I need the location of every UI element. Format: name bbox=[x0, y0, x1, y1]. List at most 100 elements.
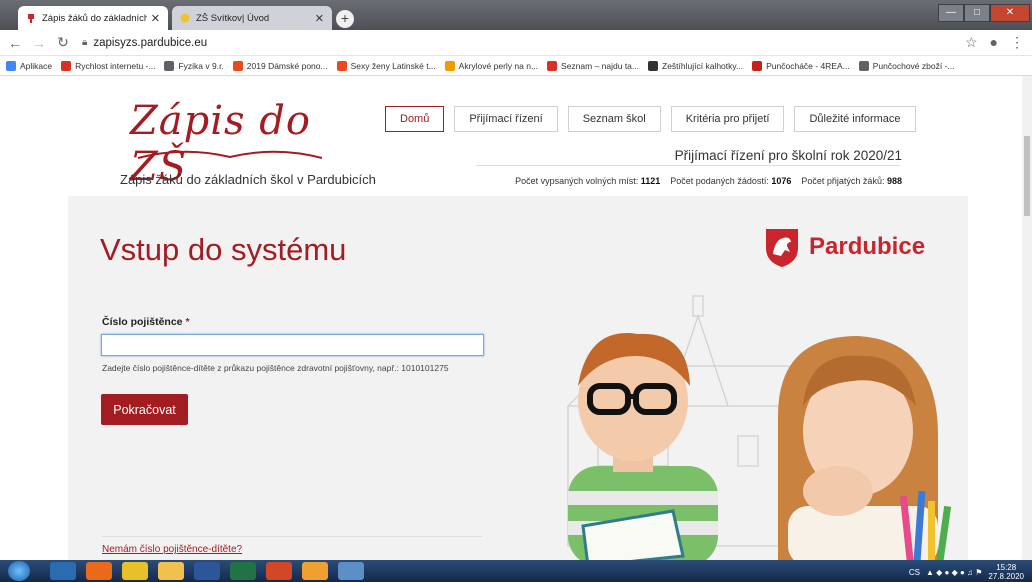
header-divider bbox=[476, 165, 900, 166]
bookmark-label: Aplikace bbox=[20, 60, 53, 71]
menu-item-seznam-skol[interactable]: Seznam škol bbox=[567, 106, 661, 132]
bookmark-icon bbox=[752, 60, 763, 71]
continue-button[interactable]: Pokračovat bbox=[101, 394, 188, 425]
tray-icons[interactable]: ▲ ◆ ● ◆ ● ♫ ⚑ bbox=[926, 568, 982, 577]
start-button-icon[interactable] bbox=[8, 561, 30, 581]
chrome-icon[interactable] bbox=[122, 562, 148, 580]
bookmark-label: Punčocháče - 4REA... bbox=[766, 60, 850, 71]
insurance-number-field[interactable] bbox=[101, 334, 484, 356]
site-logo[interactable]: Zápis do ZŠ bbox=[130, 98, 330, 190]
login-panel: Vstup do systému Číslo pojištěnce * Zade… bbox=[68, 196, 968, 560]
clock-date: 27.8.2020 bbox=[988, 572, 1024, 581]
bookmark-item[interactable]: Fyzika v 9.r. bbox=[164, 60, 224, 71]
bookmark-item[interactable]: Aplikace bbox=[6, 60, 53, 71]
excel-icon[interactable] bbox=[230, 562, 256, 580]
stat-value: 1121 bbox=[640, 176, 661, 186]
menu-item-kriteria[interactable]: Kritéria pro přijetí bbox=[670, 106, 785, 132]
bookmark-icon bbox=[547, 60, 558, 71]
bookmark-label: 2019 Dámské pono... bbox=[246, 60, 328, 71]
no-insurance-number-link[interactable]: Nemám číslo pojištěnce-dítěte? bbox=[102, 544, 242, 555]
close-tab-icon[interactable]: ✕ bbox=[315, 12, 324, 25]
bookmark-icon bbox=[648, 60, 658, 71]
tab-active[interactable]: Zápis žáků do základních škol v P ✕ bbox=[18, 6, 168, 30]
browser-titlebar: Zápis žáků do základních škol v P ✕ ZŠ S… bbox=[0, 0, 1032, 30]
window-app-icon[interactable] bbox=[338, 562, 364, 580]
powerpoint-icon[interactable] bbox=[266, 562, 292, 580]
bookmark-icon bbox=[232, 60, 243, 71]
bookmark-item[interactable]: Akrylové perly na n... bbox=[444, 60, 539, 71]
bookmark-label: Seznam – najdu ta... bbox=[561, 60, 639, 71]
file-explorer-icon[interactable] bbox=[158, 562, 184, 580]
menu-dots-icon[interactable]: ⋮ bbox=[1010, 34, 1024, 51]
stat-label: Počet přijatých žáků: bbox=[801, 176, 885, 186]
maximize-icon[interactable]: □ bbox=[964, 4, 990, 22]
web-page: Zápis do ZŠ Zápis žáků do základních ško… bbox=[0, 76, 1022, 560]
site-subtitle: Zápis žáků do základních škol v Pardubic… bbox=[120, 172, 376, 187]
bookmark-icon bbox=[858, 60, 869, 71]
word-icon[interactable] bbox=[194, 562, 220, 580]
login-title: Vstup do systému bbox=[100, 232, 347, 267]
reload-icon[interactable]: ↻ bbox=[54, 34, 72, 51]
tab-title: Zápis žáků do základních škol v P bbox=[42, 12, 147, 24]
menu-item-domu[interactable]: Domů bbox=[385, 106, 445, 132]
bookmark-item[interactable]: Punčocháče - 4REA... bbox=[752, 60, 850, 71]
insurance-number-input[interactable] bbox=[102, 335, 483, 355]
required-mark: * bbox=[185, 316, 190, 328]
minimize-icon[interactable]: — bbox=[938, 4, 964, 22]
bookmark-icon bbox=[164, 60, 175, 71]
stat-value: 988 bbox=[886, 176, 902, 186]
bookmark-item[interactable]: Seznam – najdu ta... bbox=[547, 60, 639, 71]
bookmark-label: Punčochové zboží -... bbox=[872, 60, 955, 71]
insurance-number-label: Číslo pojištěnce * bbox=[102, 316, 190, 328]
new-tab-button[interactable]: + bbox=[336, 10, 354, 28]
bookmark-icon bbox=[6, 60, 16, 71]
scrollbar-thumb[interactable] bbox=[1024, 136, 1030, 216]
favicon-icon bbox=[26, 13, 36, 23]
bookmarks-bar: Aplikace Rychlost internetu -... Fyzika v … bbox=[0, 56, 1032, 76]
brand-name: Pardubice bbox=[809, 233, 926, 260]
stats-line: Počet vypsaných volných míst: 1121 Počet… bbox=[515, 176, 902, 186]
admission-year: Přijímací řízení pro školní rok 2020/21 bbox=[674, 148, 902, 163]
star-icon[interactable]: ☆ bbox=[965, 34, 978, 51]
outlook-icon[interactable] bbox=[302, 562, 328, 580]
back-icon[interactable]: ← bbox=[6, 35, 24, 51]
bookmark-item[interactable]: Rychlost internetu -... bbox=[61, 60, 156, 71]
bookmark-item[interactable]: Zeštíhlující kalhotky... bbox=[648, 60, 743, 71]
tab-inactive[interactable]: ZŠ Svítkov| Úvod ✕ bbox=[172, 6, 332, 30]
bookmark-label: Rychlost internetu -... bbox=[75, 60, 156, 71]
address-bar: ← → ↻ 🔒︎ zapisyzs.pardubice.eu ☆ ● ⋮ bbox=[0, 30, 1032, 56]
insurance-number-hint: Zadejte číslo pojištěnce-dítěte z průkaz… bbox=[102, 363, 449, 373]
bookmark-icon bbox=[61, 60, 72, 71]
bookmark-item[interactable]: Sexy ženy Latinské t... bbox=[336, 60, 436, 71]
bookmark-icon bbox=[336, 60, 347, 71]
stat-label: Počet podaných žádostí: bbox=[670, 176, 769, 186]
clock[interactable]: 15:28 27.8.2020 bbox=[988, 563, 1024, 581]
field-label: Číslo pojištěnce bbox=[102, 316, 183, 328]
windows-taskbar: CS ▲ ◆ ● ◆ ● ♫ ⚑ 15:28 27.8.2020 bbox=[0, 560, 1032, 582]
bookmark-icon bbox=[444, 60, 455, 71]
clock-time: 15:28 bbox=[996, 563, 1017, 572]
bookmark-item[interactable]: 2019 Dámské pono... bbox=[232, 60, 328, 71]
profile-icon[interactable]: ● bbox=[990, 34, 998, 51]
url-text[interactable]: zapisyzs.pardubice.eu bbox=[93, 37, 207, 49]
close-tab-icon[interactable]: ✕ bbox=[151, 12, 160, 25]
stat-label: Počet vypsaných volných míst: bbox=[515, 176, 639, 186]
close-window-icon[interactable]: ✕ bbox=[990, 4, 1030, 22]
bookmark-item[interactable]: Punčochové zboží -... bbox=[858, 60, 955, 71]
stat-value: 1076 bbox=[771, 176, 792, 186]
media-player-icon[interactable] bbox=[50, 562, 76, 580]
page-scrollbar[interactable] bbox=[1022, 76, 1032, 560]
tab-title: ZŠ Svítkov| Úvod bbox=[196, 12, 270, 24]
bookmark-label: Sexy ženy Latinské t... bbox=[350, 60, 436, 71]
menu-item-prijimaci-rizeni[interactable]: Přijímací řízení bbox=[454, 106, 558, 132]
bookmark-label: Akrylové perly na n... bbox=[458, 60, 539, 71]
main-menu: Domů Přijímací řízení Seznam škol Kritér… bbox=[385, 106, 916, 132]
language-indicator[interactable]: CS bbox=[909, 568, 920, 577]
forward-icon[interactable]: → bbox=[30, 35, 48, 51]
firefox-icon[interactable] bbox=[86, 562, 112, 580]
form-divider bbox=[102, 536, 482, 537]
menu-item-dulezite-informace[interactable]: Důležité informace bbox=[794, 106, 916, 132]
pardubice-horse-shield-icon bbox=[766, 229, 798, 267]
lock-icon[interactable]: 🔒︎ bbox=[82, 37, 87, 48]
pardubice-brand[interactable]: Pardubice bbox=[763, 226, 925, 268]
